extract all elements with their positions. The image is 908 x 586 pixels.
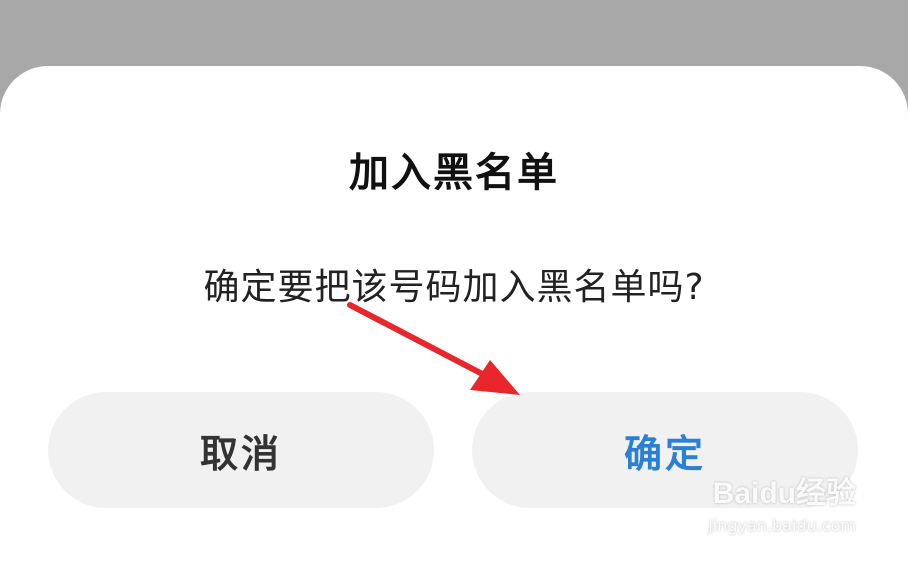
watermark-url: jingyan.baidu.com [708, 516, 856, 535]
watermark-logo-text: Baidu经验 [712, 477, 856, 510]
dialog-message: 确定要把该号码加入黑名单吗? [203, 267, 705, 308]
dialog-title: 加入黑名单 [349, 150, 559, 196]
baidu-jingyan-watermark: Baidu经验 jingyan.baidu.com [708, 478, 856, 536]
cancel-button[interactable]: 取消 [48, 392, 434, 508]
